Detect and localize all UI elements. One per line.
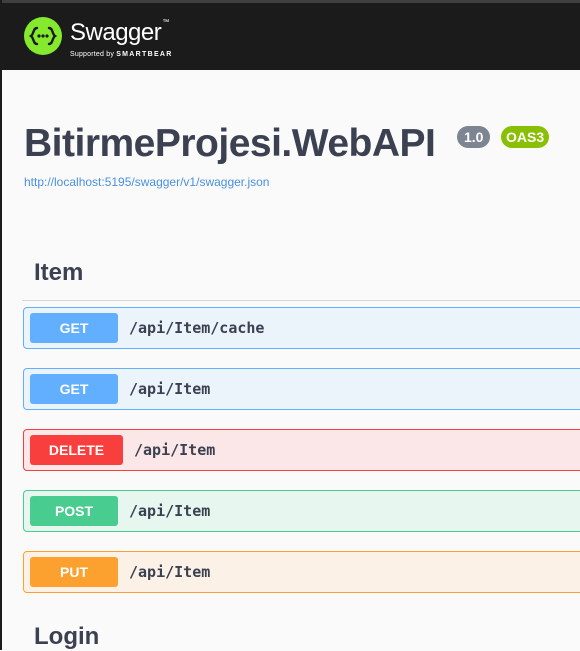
api-title: BitirmeProjesi.WebAPI xyxy=(24,122,436,165)
operation-put-item[interactable]: PUT /api/Item xyxy=(23,551,580,593)
operation-path: /api/Item xyxy=(129,563,211,581)
tag-login-header[interactable]: Login xyxy=(34,623,99,651)
tag-divider xyxy=(22,300,580,301)
oas-badge: OAS3 xyxy=(501,126,550,148)
api-info: BitirmeProjesi.WebAPI 1.0 OAS3 http://lo… xyxy=(24,122,550,189)
method-badge: POST xyxy=(30,496,118,526)
method-badge: DELETE xyxy=(30,435,123,465)
operation-path: /api/Item/cache xyxy=(129,319,265,337)
method-badge: PUT xyxy=(30,557,118,587)
operation-path: /api/Item xyxy=(134,441,216,459)
version-badge: 1.0 xyxy=(457,126,491,148)
swagger-logo-text[interactable]: Swagger™ xyxy=(70,19,169,47)
spec-url-link[interactable]: http://localhost:5195/swagger/v1/swagger… xyxy=(24,175,269,189)
operation-get-item[interactable]: GET /api/Item xyxy=(23,368,580,410)
supported-by-smartbear: Supported by SMARTBEAR xyxy=(70,51,173,58)
window-edge xyxy=(0,0,2,650)
operation-path: /api/Item xyxy=(129,380,211,398)
method-badge: GET xyxy=(30,374,118,404)
operation-post-item[interactable]: POST /api/Item xyxy=(23,490,580,532)
topbar: Swagger™ Supported by SMARTBEAR xyxy=(2,0,580,70)
operation-path: /api/Item xyxy=(129,502,211,520)
swagger-braces-icon[interactable] xyxy=(24,17,62,55)
tag-item-header[interactable]: Item xyxy=(34,259,83,287)
operation-get-item-cache[interactable]: GET /api/Item/cache xyxy=(23,307,580,349)
operation-delete-item[interactable]: DELETE /api/Item xyxy=(23,429,580,471)
method-badge: GET xyxy=(30,313,118,343)
